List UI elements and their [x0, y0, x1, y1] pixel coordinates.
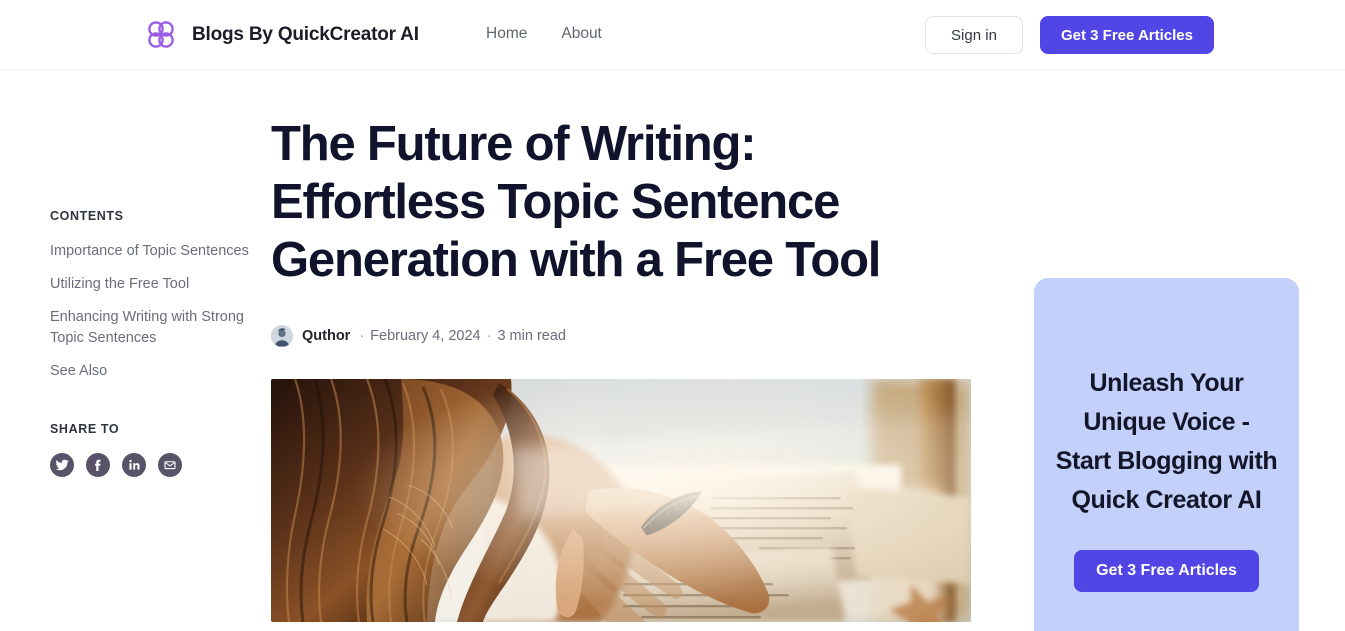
- share-block: SHARE TO: [50, 422, 250, 477]
- share-heading: SHARE TO: [50, 422, 120, 436]
- table-of-contents: Importance of Topic Sentences Utilizing …: [50, 241, 250, 382]
- byline-read-time: 3 min read: [497, 328, 566, 344]
- share-icon-list: [50, 453, 250, 477]
- main-nav: Home About: [486, 25, 602, 43]
- promo-heading: Unleash Your Unique Voice - Start Bloggi…: [1055, 368, 1278, 514]
- twitter-icon[interactable]: [50, 453, 74, 477]
- promo-get-free-articles-button[interactable]: Get 3 Free Articles: [1074, 549, 1259, 592]
- avatar: [271, 325, 293, 347]
- byline-separator-1: ·: [359, 328, 365, 344]
- list-item: See Also: [50, 361, 250, 382]
- list-item: Utilizing the Free Tool: [50, 274, 250, 295]
- byline-date: February 4, 2024: [370, 328, 481, 344]
- facebook-icon[interactable]: [86, 453, 110, 477]
- quatrefoil-logo-icon: [144, 18, 178, 52]
- email-icon[interactable]: [158, 453, 182, 477]
- page-title: The Future of Writing: Effortless Topic …: [271, 117, 881, 287]
- nav-link-about[interactable]: About: [561, 25, 602, 43]
- article-sidebar: CONTENTS Importance of Topic Sentences U…: [50, 209, 250, 477]
- site-header: Blogs By QuickCreator AI Home About Sign…: [0, 0, 1345, 70]
- toc-item-enhancing-writing[interactable]: Enhancing Writing with Strong Topic Sent…: [50, 307, 250, 349]
- byline-author: Quthor: [302, 328, 351, 344]
- header-actions: Sign in Get 3 Free Articles: [924, 16, 1214, 54]
- brand-name: Blogs By QuickCreator AI: [192, 24, 419, 45]
- article-hero-image: [271, 379, 971, 622]
- contents-heading: CONTENTS: [50, 209, 124, 223]
- list-item: Enhancing Writing with Strong Topic Sent…: [50, 307, 250, 349]
- promo-card: Unleash Your Unique Voice - Start Bloggi…: [1034, 278, 1299, 631]
- sign-in-button[interactable]: Sign in: [924, 16, 1023, 54]
- byline-separator-2: ·: [486, 328, 492, 344]
- page-body: CONTENTS Importance of Topic Sentences U…: [0, 70, 1345, 631]
- list-item: Importance of Topic Sentences: [50, 241, 250, 262]
- nav-link-home[interactable]: Home: [486, 25, 527, 43]
- brand-link[interactable]: Blogs By QuickCreator AI: [144, 18, 419, 52]
- get-free-articles-button[interactable]: Get 3 Free Articles: [1039, 16, 1214, 54]
- toc-item-see-also[interactable]: See Also: [50, 361, 250, 382]
- linkedin-icon[interactable]: [122, 453, 146, 477]
- toc-item-importance-of-topic-sentences[interactable]: Importance of Topic Sentences: [50, 241, 250, 262]
- toc-item-utilizing-the-free-tool[interactable]: Utilizing the Free Tool: [50, 274, 250, 295]
- byline: Quthor · February 4, 2024 · 3 min read: [271, 325, 971, 347]
- article: The Future of Writing: Effortless Topic …: [271, 115, 971, 622]
